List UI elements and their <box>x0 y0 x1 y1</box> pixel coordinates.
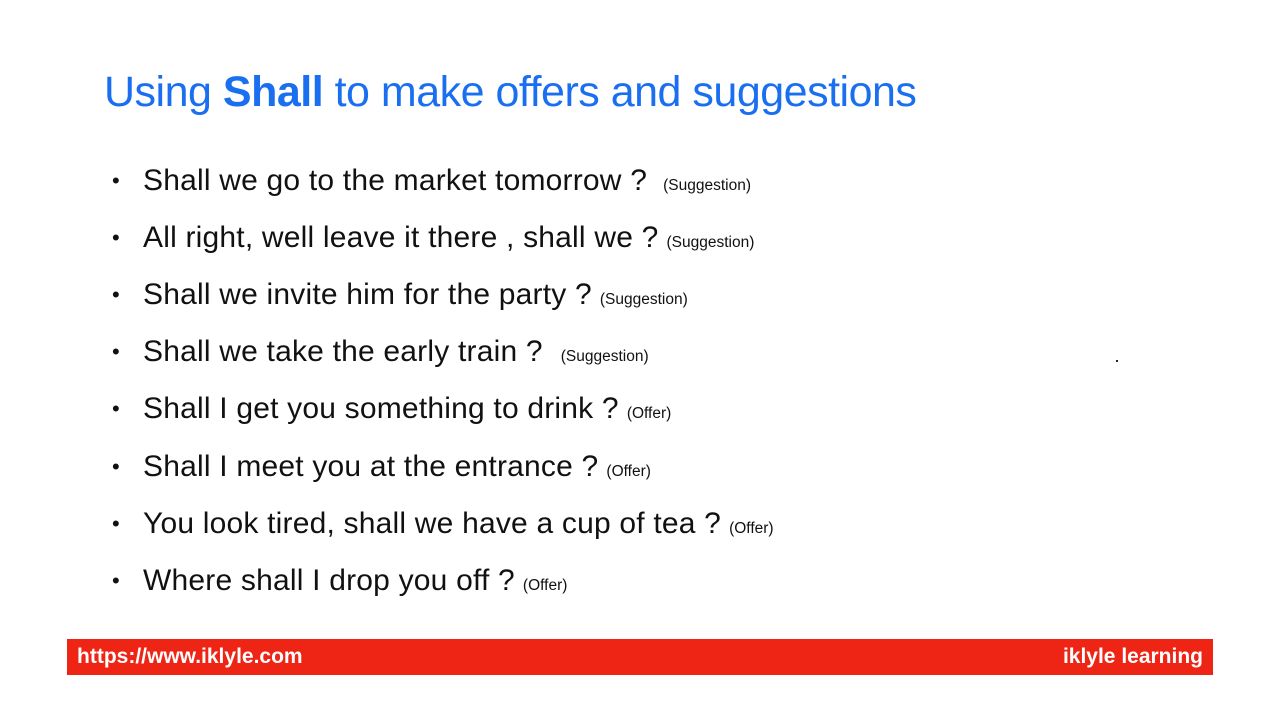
category-tag: (Suggestion) <box>599 290 688 308</box>
bullet-icon: • <box>112 510 120 536</box>
title-prefix: Using <box>104 68 223 116</box>
category-tag: (Suggestion) <box>666 233 755 251</box>
title-bold-word: Shall <box>222 68 324 116</box>
category-tag: (Offer) <box>729 519 774 537</box>
footer-url: https://www.iklyle.com <box>77 645 303 668</box>
sentence-text: Shall we go to the market tomorrow ? <box>143 163 648 197</box>
footer-bar: https://www.iklyle.com iklyle learning <box>67 639 1213 675</box>
footer-brand: iklyle learning <box>1062 645 1203 668</box>
bullet-icon: • <box>112 167 120 193</box>
bullet-icon: • <box>112 396 120 422</box>
category-tag: (Suggestion) <box>663 176 751 194</box>
category-tag: (Suggestion) <box>560 348 649 366</box>
list-item: • Shall we go to the market tomorrow ? (… <box>112 152 774 209</box>
sentence-text: Shall we invite him for the party ? <box>143 277 592 311</box>
list-item: • Shall we take the early train ? (Sugge… <box>112 324 774 381</box>
sentence-text: You look tired, shall we have a cup of t… <box>143 506 722 540</box>
list-item: • Shall we invite him for the party ? (S… <box>112 266 774 323</box>
bullet-icon: • <box>112 339 120 365</box>
list-item: • Shall I get you something to drink ? (… <box>112 381 774 438</box>
bullet-icon: • <box>112 453 120 479</box>
title-suffix: to make offers and suggestions <box>323 68 917 116</box>
slide-title: Using Shall to make offers and suggestio… <box>104 68 917 117</box>
list-item: • You look tired, shall we have a cup of… <box>112 495 774 552</box>
sentence-text: Where shall I drop you off ? <box>143 563 515 597</box>
category-tag: (Offer) <box>606 462 651 480</box>
stray-dot <box>1116 360 1118 362</box>
sentence-text: Shall we take the early train ? <box>143 335 543 369</box>
category-tag: (Offer) <box>626 405 672 423</box>
category-tag: (Offer) <box>522 576 568 594</box>
list-item: • Where shall I drop you off ? (Offer) <box>112 552 774 609</box>
bullet-icon: • <box>112 281 120 307</box>
example-sentence-list: • Shall we go to the market tomorrow ? (… <box>112 152 774 610</box>
sentence-text: All right, well leave it there , shall w… <box>143 220 659 254</box>
sentence-text: Shall I get you something to drink ? <box>143 392 619 426</box>
list-item: • Shall I meet you at the entrance ? (Of… <box>112 438 774 495</box>
sentence-text: Shall I meet you at the entrance ? <box>143 449 599 483</box>
list-item: • All right, well leave it there , shall… <box>112 209 774 266</box>
bullet-icon: • <box>112 224 120 250</box>
bullet-icon: • <box>112 567 120 593</box>
